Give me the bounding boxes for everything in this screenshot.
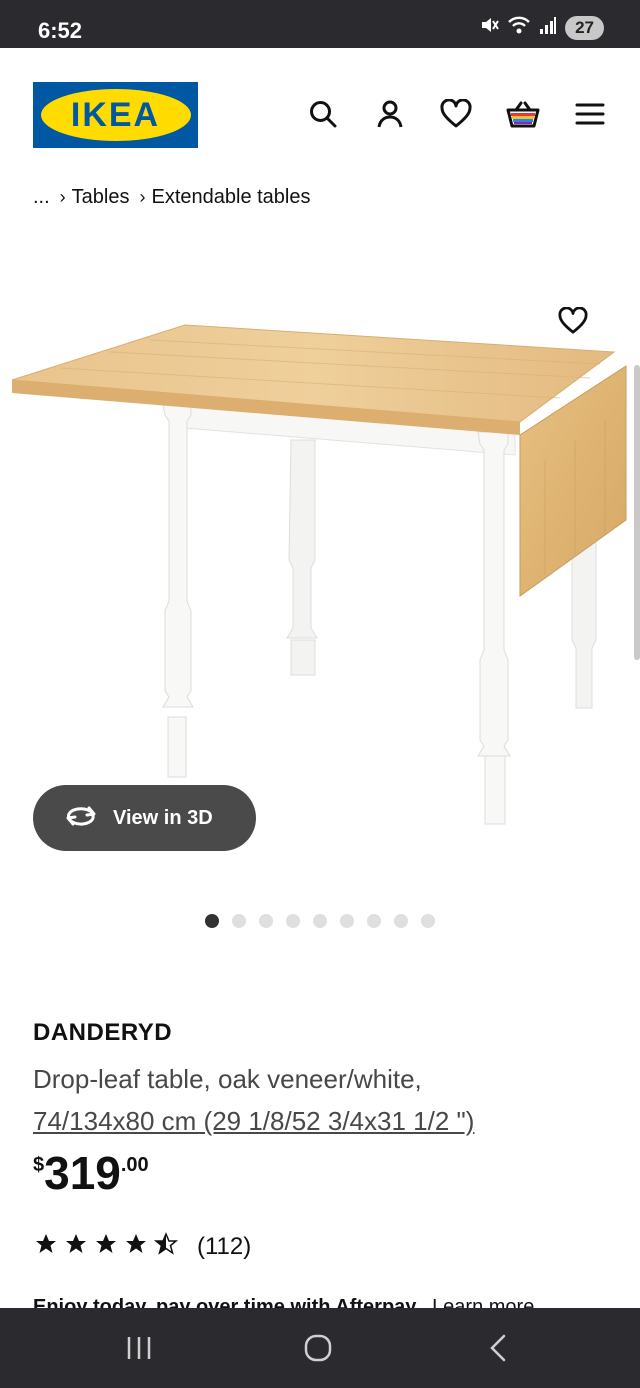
carousel-dot[interactable] bbox=[259, 914, 273, 928]
breadcrumb-ellipsis[interactable]: ... bbox=[33, 186, 50, 209]
carousel-dot[interactable] bbox=[421, 914, 435, 928]
carousel-dots bbox=[205, 914, 435, 928]
breadcrumb: ... › Tables › Extendable tables bbox=[33, 186, 311, 209]
logo-text: IKEA bbox=[70, 95, 161, 134]
status-icons: 27 bbox=[479, 15, 604, 40]
back-icon[interactable] bbox=[476, 1328, 520, 1368]
product-image[interactable] bbox=[0, 280, 640, 860]
breadcrumb-item-tables[interactable]: Tables bbox=[72, 186, 130, 209]
price-decimal: .00 bbox=[120, 1154, 149, 1176]
carousel-dot[interactable] bbox=[340, 914, 354, 928]
ikea-logo[interactable]: IKEA bbox=[33, 82, 198, 148]
star-full-icon bbox=[63, 1232, 89, 1261]
recent-apps-icon[interactable] bbox=[117, 1328, 161, 1368]
cart-icon[interactable] bbox=[505, 96, 541, 132]
star-full-icon bbox=[33, 1232, 59, 1261]
product-rating[interactable]: (112) bbox=[33, 1232, 251, 1261]
carousel-dot[interactable] bbox=[286, 914, 300, 928]
carousel-dot[interactable] bbox=[367, 914, 381, 928]
carousel-dot[interactable] bbox=[394, 914, 408, 928]
signal-icon bbox=[539, 15, 557, 40]
product-type: Drop-leaf table, oak veneer/white, bbox=[33, 1064, 422, 1094]
price-integer: 319 bbox=[44, 1147, 121, 1199]
search-icon[interactable] bbox=[305, 96, 341, 132]
account-icon[interactable] bbox=[372, 96, 408, 132]
carousel-dot[interactable] bbox=[313, 914, 327, 928]
view-in-3d-label: View in 3D bbox=[113, 806, 213, 829]
home-icon[interactable] bbox=[296, 1328, 340, 1368]
view-in-3d-button[interactable]: View in 3D bbox=[33, 785, 256, 851]
wifi-icon bbox=[507, 15, 531, 40]
system-navigation-bar bbox=[0, 1308, 640, 1388]
price-currency: $ bbox=[33, 1154, 45, 1176]
rating-count: (112) bbox=[197, 1232, 252, 1260]
breadcrumb-item-extendable-tables[interactable]: Extendable tables bbox=[151, 186, 310, 209]
rotate-3d-icon bbox=[63, 804, 99, 833]
chevron-right-icon: › bbox=[139, 187, 146, 207]
carousel-dot[interactable] bbox=[232, 914, 246, 928]
gallery-edge-indicator bbox=[634, 365, 640, 660]
status-bar: 6:52 27 bbox=[0, 0, 640, 48]
mute-icon bbox=[479, 15, 499, 40]
status-time: 6:52 bbox=[38, 18, 83, 43]
product-description: Drop-leaf table, oak veneer/white, 74/13… bbox=[33, 1058, 613, 1142]
product-price: $ 319 .00 bbox=[33, 1148, 149, 1198]
menu-icon[interactable] bbox=[572, 96, 608, 132]
product-dimensions-link[interactable]: 74/134x80 cm (29 1/8/52 3/4x31 1/2 ") bbox=[33, 1100, 613, 1142]
battery-badge: 27 bbox=[565, 15, 604, 40]
star-half-icon bbox=[153, 1232, 179, 1261]
site-header: IKEA bbox=[0, 48, 640, 176]
star-full-icon bbox=[93, 1232, 119, 1261]
product-name: DANDERYD bbox=[33, 1019, 173, 1046]
logo-ellipse: IKEA bbox=[40, 89, 191, 141]
heart-icon[interactable] bbox=[438, 96, 474, 132]
image-favorite-icon[interactable] bbox=[553, 303, 593, 339]
star-full-icon bbox=[123, 1232, 149, 1261]
chevron-right-icon: › bbox=[59, 187, 66, 207]
carousel-dot[interactable] bbox=[205, 914, 219, 928]
rating-stars bbox=[33, 1232, 179, 1261]
